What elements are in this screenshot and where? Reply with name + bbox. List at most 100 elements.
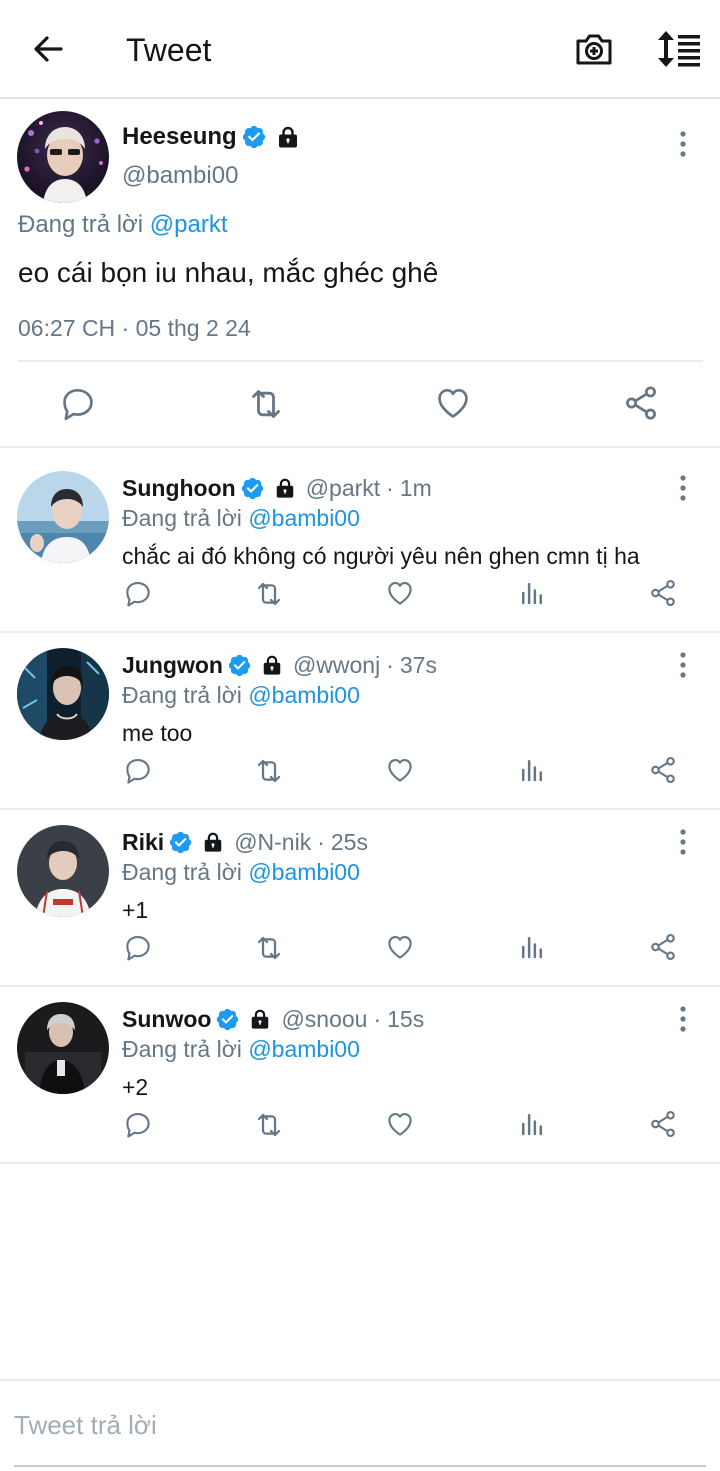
replying-to-link[interactable]: @parkt bbox=[150, 211, 228, 238]
more-vertical-icon[interactable] bbox=[676, 650, 690, 680]
retweet-icon[interactable] bbox=[253, 578, 285, 610]
replying-to-link[interactable]: @bambi00 bbox=[248, 1036, 360, 1062]
replying-to-prefix: Đang trả lời bbox=[18, 211, 144, 238]
replying-to: Đang trả lời @parkt bbox=[18, 210, 228, 240]
separator-dot: · bbox=[317, 829, 325, 855]
reply-tweet[interactable]: Riki @N-nik · 25s Đang trả lời @bambi00 … bbox=[0, 810, 720, 987]
author-name[interactable]: Riki bbox=[122, 827, 164, 857]
replying-to-prefix: Đang trả lời bbox=[122, 682, 242, 708]
reply-tweet[interactable]: Sunghoon @parkt · 1m Đang trả lời @bambi… bbox=[0, 456, 720, 633]
retweet-icon[interactable] bbox=[253, 1109, 285, 1141]
reply-icon[interactable] bbox=[123, 578, 153, 608]
share-icon[interactable] bbox=[648, 578, 678, 608]
author-handle[interactable]: @wwonj bbox=[293, 650, 380, 680]
more-vertical-icon[interactable] bbox=[676, 827, 690, 857]
analytics-icon[interactable] bbox=[517, 755, 547, 785]
tweet-timestamp: 06:27 CH · 05 thg 2 24 bbox=[18, 315, 251, 341]
reply-actions bbox=[0, 930, 720, 970]
avatar[interactable] bbox=[17, 825, 109, 917]
lock-icon bbox=[274, 477, 296, 499]
retweet-icon[interactable] bbox=[246, 384, 286, 424]
reply-time: 25s bbox=[330, 829, 368, 855]
reply-actions bbox=[0, 753, 720, 793]
back-arrow-icon[interactable] bbox=[30, 30, 68, 68]
analytics-icon[interactable] bbox=[517, 1109, 547, 1139]
retweet-icon[interactable] bbox=[253, 932, 285, 964]
lock-icon bbox=[261, 654, 283, 676]
author-name[interactable]: Heeseung bbox=[122, 122, 237, 152]
verified-badge-icon bbox=[168, 830, 193, 855]
author-handle[interactable]: @parkt bbox=[306, 473, 380, 503]
replying-to-prefix: Đang trả lời bbox=[122, 1036, 242, 1062]
more-vertical-icon[interactable] bbox=[676, 1004, 690, 1034]
reply-time: 15s bbox=[387, 1006, 425, 1032]
author-handle[interactable]: @snoou bbox=[281, 1004, 367, 1034]
verified-badge-icon bbox=[240, 476, 265, 501]
author-name[interactable]: Sunwoo bbox=[122, 1004, 211, 1034]
lock-icon bbox=[276, 125, 300, 149]
reply-header: Jungwon @wwonj · 37s bbox=[122, 650, 437, 680]
avatar[interactable] bbox=[17, 1002, 109, 1094]
replying-to-prefix: Đang trả lời bbox=[122, 505, 242, 531]
separator-dot: · bbox=[373, 1006, 382, 1032]
separator-dot: · bbox=[386, 475, 394, 501]
share-icon[interactable] bbox=[648, 1109, 678, 1139]
avatar[interactable] bbox=[17, 648, 109, 740]
like-icon[interactable] bbox=[385, 932, 415, 962]
verified-badge-icon bbox=[241, 124, 267, 150]
reply-text: +2 bbox=[122, 1074, 149, 1100]
more-vertical-icon[interactable] bbox=[676, 129, 690, 159]
analytics-icon[interactable] bbox=[517, 578, 547, 608]
like-icon[interactable] bbox=[385, 755, 415, 785]
replying-to-prefix: Đang trả lời bbox=[122, 859, 242, 885]
author-name[interactable]: Jungwon bbox=[122, 650, 223, 680]
reply-icon[interactable] bbox=[59, 384, 97, 422]
more-vertical-icon[interactable] bbox=[676, 473, 690, 503]
share-icon[interactable] bbox=[622, 384, 660, 422]
retweet-icon[interactable] bbox=[253, 755, 285, 787]
separator-dot: · bbox=[386, 652, 394, 678]
author-handle[interactable]: @N-nik bbox=[234, 827, 311, 857]
author-name-row: Heeseung bbox=[122, 122, 300, 152]
reply-text: me too bbox=[122, 720, 193, 746]
reply-time: 1m bbox=[399, 475, 432, 501]
avatar[interactable] bbox=[17, 471, 109, 563]
verified-badge-icon bbox=[227, 653, 252, 678]
share-icon[interactable] bbox=[648, 932, 678, 962]
lock-icon bbox=[202, 831, 224, 853]
replying-to-link[interactable]: @bambi00 bbox=[248, 859, 360, 885]
reply-actions bbox=[0, 576, 720, 616]
lock-icon bbox=[249, 1008, 271, 1030]
page-title: Tweet bbox=[126, 32, 212, 68]
replying-to: Đang trả lời @bambi00 bbox=[122, 857, 360, 887]
verified-badge-icon bbox=[215, 1007, 240, 1032]
reply-header: Riki @N-nik · 25s bbox=[122, 827, 368, 857]
reply-time: 37s bbox=[399, 652, 437, 678]
reply-input[interactable] bbox=[14, 1403, 706, 1447]
camera-plus-icon[interactable] bbox=[573, 28, 615, 70]
reply-tweet[interactable]: Sunwoo @snoou · 15s Đang trả lời @bambi0… bbox=[0, 987, 720, 1164]
input-underline bbox=[14, 1465, 706, 1467]
reply-header: Sunghoon @parkt · 1m bbox=[122, 473, 432, 503]
reply-compose-bar bbox=[0, 1379, 720, 1471]
analytics-icon[interactable] bbox=[517, 932, 547, 962]
reply-tweet[interactable]: Jungwon @wwonj · 37s Đang trả lời @bambi… bbox=[0, 633, 720, 810]
sort-icon[interactable] bbox=[654, 28, 702, 70]
reply-text: chắc ai đó không có người yêu nên ghen c… bbox=[122, 543, 640, 569]
tweet-text: eo cái bọn iu nhau, mắc ghéc ghê bbox=[18, 257, 439, 288]
author-handle[interactable]: @bambi00 bbox=[122, 161, 238, 191]
author-name[interactable]: Sunghoon bbox=[122, 473, 236, 503]
share-icon[interactable] bbox=[648, 755, 678, 785]
tweet-actions bbox=[0, 362, 720, 446]
reply-icon[interactable] bbox=[123, 755, 153, 785]
reply-icon[interactable] bbox=[123, 932, 153, 962]
avatar[interactable] bbox=[17, 111, 109, 203]
top-app-bar: Tweet bbox=[0, 0, 720, 99]
replying-to: Đang trả lời @bambi00 bbox=[122, 503, 360, 533]
replying-to-link[interactable]: @bambi00 bbox=[248, 682, 360, 708]
like-icon[interactable] bbox=[385, 1109, 415, 1139]
like-icon[interactable] bbox=[434, 384, 472, 422]
like-icon[interactable] bbox=[385, 578, 415, 608]
replying-to-link[interactable]: @bambi00 bbox=[248, 505, 360, 531]
reply-icon[interactable] bbox=[123, 1109, 153, 1139]
